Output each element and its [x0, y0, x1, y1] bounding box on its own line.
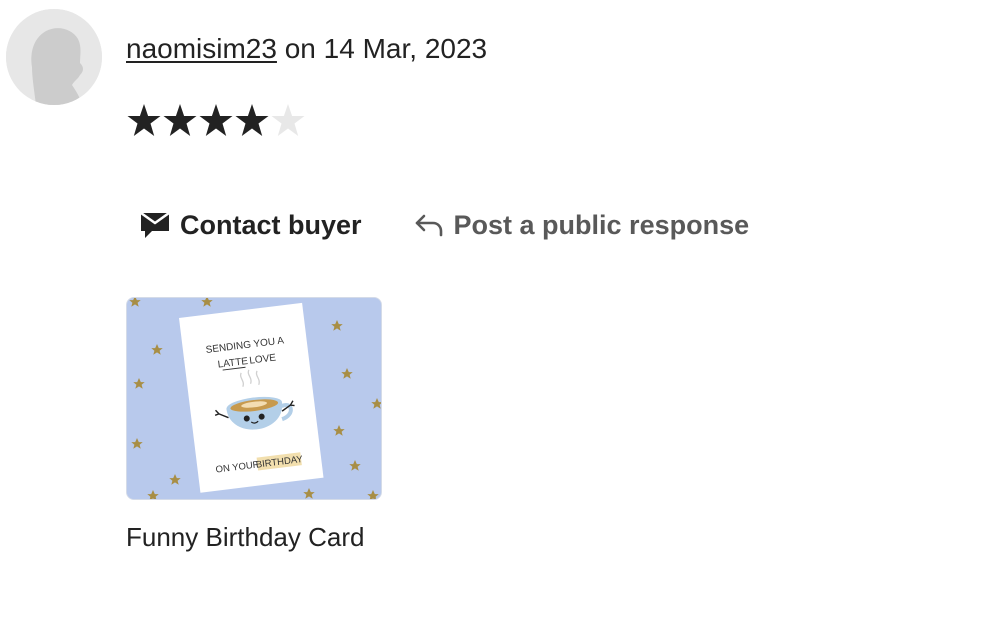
star-filled-icon: [163, 104, 197, 136]
star-filled-icon: [235, 104, 269, 136]
star-filled-icon: [199, 104, 233, 136]
product-thumbnail[interactable]: SENDING YOU A LATTE LOVE ON YOUR BIRTHDA…: [126, 297, 382, 500]
reply-arrow-icon: [414, 213, 444, 237]
user-silhouette-icon: [6, 9, 102, 105]
product-title: Funny Birthday Card: [126, 522, 365, 552]
star-filled-icon: [127, 104, 161, 136]
star-empty-icon: [271, 104, 305, 136]
review-header: naomisim23 on 14 Mar, 2023: [126, 33, 487, 65]
review-date: on 14 Mar, 2023: [284, 33, 488, 64]
contact-buyer-label: Contact buyer: [180, 209, 362, 240]
reviewer-username-link[interactable]: naomisim23: [126, 33, 277, 64]
post-public-response-label: Post a public response: [453, 209, 750, 240]
post-public-response-button[interactable]: Post a public response: [400, 200, 764, 250]
review-actions: Contact buyer Post a public response: [126, 200, 763, 250]
avatar: [6, 9, 102, 105]
contact-buyer-button[interactable]: Contact buyer: [126, 200, 376, 250]
birthday-card-image: SENDING YOU A LATTE LOVE ON YOUR BIRTHDA…: [127, 298, 381, 499]
envelope-icon: [140, 211, 170, 239]
star-rating: [126, 99, 306, 143]
